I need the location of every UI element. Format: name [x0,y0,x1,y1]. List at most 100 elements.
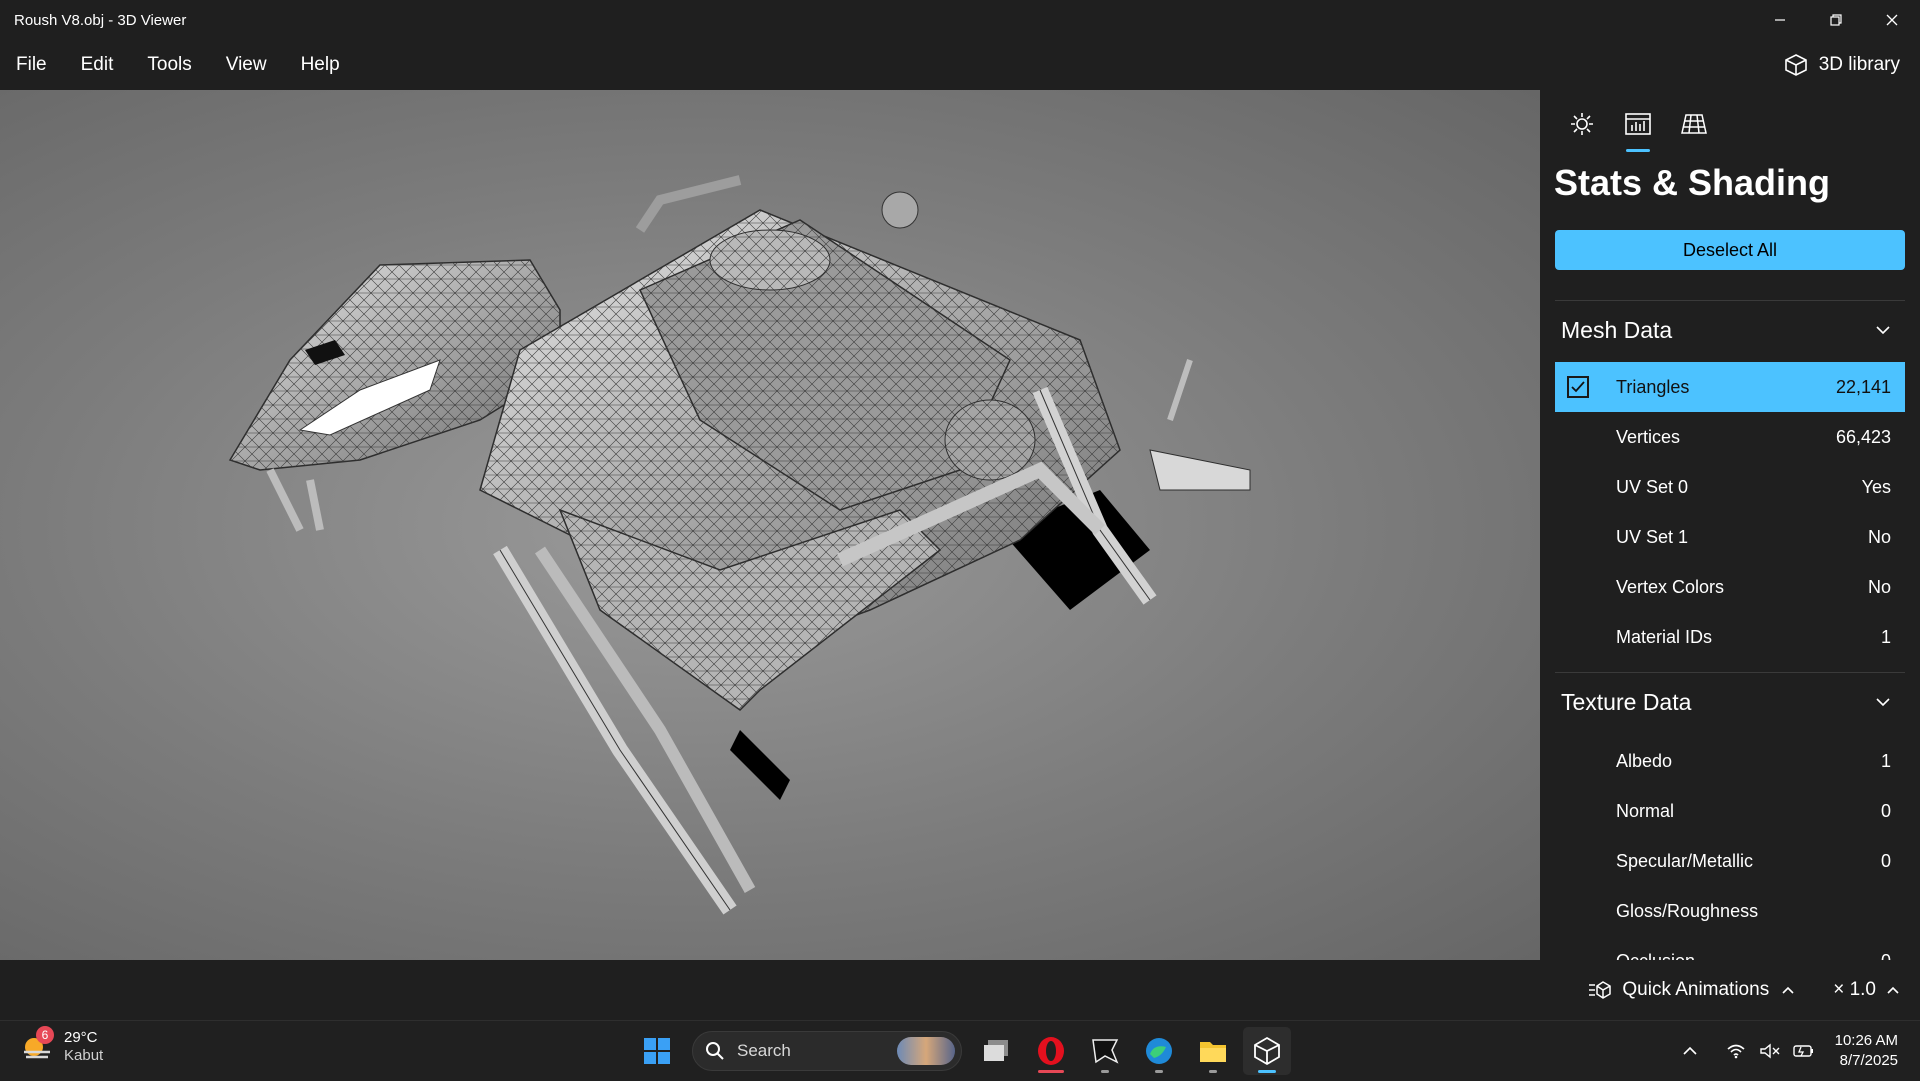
mesh-data-header[interactable]: Mesh Data [1555,305,1905,355]
stat-value: 22,141 [1835,376,1891,397]
opera-app[interactable] [1027,1027,1075,1075]
taskbar-search[interactable]: Search [692,1031,962,1071]
chevron-up-icon [1683,1046,1697,1055]
stat-name: Albedo [1616,750,1673,771]
clock-time: 10:26 AM [1834,1032,1898,1049]
task-view-icon [984,1040,1008,1061]
checkbox[interactable] [1567,376,1589,398]
stat-name: Gloss/Roughness [1616,900,1759,921]
stat-name: Material IDs [1616,626,1713,647]
3d-viewer-icon [1254,1036,1280,1066]
clock[interactable]: 10:26 AM 8/7/2025 [1835,1031,1898,1071]
chevron-up-icon [1887,986,1899,994]
stat-name: UV Set 1 [1616,526,1689,547]
menu-tools[interactable]: Tools [147,54,191,76]
inkscape-app[interactable] [1081,1027,1129,1075]
stat-row-gloss-roughness[interactable]: Gloss/Roughness [1555,886,1905,936]
stat-value: 0 [1880,850,1891,871]
search-highlight-image [897,1037,955,1065]
file-explorer-app[interactable] [1189,1027,1237,1075]
opera-icon [1038,1037,1064,1065]
stat-row-specular-metallic[interactable]: Specular/Metallic 0 [1555,836,1905,886]
restore-button[interactable] [1808,0,1864,40]
quick-animations: Quick Animations × 1.0 [1588,960,1900,1020]
wifi-button[interactable] [1721,1043,1751,1059]
title-bar: Roush V8.obj - 3D Viewer [0,0,1920,40]
engine-model [228,175,1251,915]
wifi-icon [1727,1044,1745,1059]
stat-row-occlusion[interactable]: Occlusion 0 [1555,936,1905,961]
start-button[interactable] [633,1027,681,1075]
weather-condition: Kabut [64,1047,104,1064]
stat-row-vertex-colors[interactable]: Vertex Colors No [1555,562,1905,612]
stat-name: Vertices [1616,426,1681,447]
menu-bar: File Edit Tools View Help 3D library [0,40,1920,90]
minimize-icon [1775,19,1785,21]
mesh-data-label: Mesh Data [1561,316,1673,343]
show-hidden-icons-button[interactable] [1675,1046,1705,1056]
edge-app[interactable] [1135,1027,1183,1075]
quick-animations-button[interactable]: Quick Animations [1588,979,1795,1001]
chevron-down-icon [1876,698,1890,707]
3d-viewer-app[interactable] [1243,1027,1291,1075]
stats-panel: Stats & Shading Deselect All Mesh Data T… [1540,90,1920,960]
tab-grid[interactable] [1666,104,1722,144]
texture-data-label: Texture Data [1561,688,1692,715]
taskbar: 6 29°C Kabut Search 10:26 AM 8/7/2025 [0,1020,1920,1081]
speed-label: × 1.0 [1833,979,1876,1000]
menu-view[interactable]: View [226,54,267,76]
close-icon [1886,14,1898,26]
3d-library-label: 3D library [1818,54,1900,75]
folder-icon [1200,1042,1226,1062]
volume-muted-icon [1759,1043,1780,1059]
menu-edit[interactable]: Edit [81,54,114,76]
stat-value: No [1867,576,1891,597]
stat-row-normal[interactable]: Normal 0 [1555,786,1905,836]
inkscape-icon [1092,1039,1119,1064]
stat-name: Specular/Metallic [1616,850,1754,871]
cube-icon [1784,54,1807,76]
tab-lighting[interactable] [1554,104,1610,144]
tab-stats-shading[interactable] [1610,104,1666,152]
stat-row-material-ids[interactable]: Material IDs 1 [1555,612,1905,662]
texture-data-header[interactable]: Texture Data [1555,677,1905,727]
stat-name: UV Set 0 [1616,476,1689,497]
stat-row-triangles[interactable]: Triangles 22,141 [1555,362,1905,412]
animation-icon [1589,981,1612,999]
speed-button[interactable]: × 1.0 [1833,979,1900,1001]
close-button[interactable] [1864,0,1920,40]
stat-name: Vertex Colors [1616,576,1725,597]
3d-viewport[interactable] [0,90,1540,960]
system-tray: 10:26 AM 8/7/2025 [1673,1021,1920,1081]
weather-temp: 29°C [64,1029,98,1046]
stat-row-uv-set-0[interactable]: UV Set 0 Yes [1555,462,1905,512]
stat-name: Occlusion [1616,951,1695,961]
menu-help[interactable]: Help [301,54,340,76]
chevron-down-icon [1876,326,1890,335]
3d-library-button[interactable]: 3D library [1783,40,1900,90]
stat-row-albedo[interactable]: Albedo 1 [1555,736,1905,786]
volume-button[interactable] [1755,1043,1785,1059]
stat-value: 0 [1880,800,1891,821]
search-placeholder: Search [737,1041,791,1060]
panel-tabs [1554,104,1722,152]
stat-value: Yes [1861,476,1891,497]
deselect-all-button[interactable]: Deselect All [1555,230,1905,270]
windows-icon [644,1038,670,1064]
battery-button[interactable] [1789,1043,1819,1059]
quick-animations-label: Quick Animations [1622,979,1770,1000]
animation-bar: Quick Animations × 1.0 [0,960,1920,1020]
taskbar-apps: Search [630,1027,1294,1075]
weather-widget[interactable]: 6 29°C Kabut [20,1026,104,1065]
task-view-button[interactable] [973,1027,1021,1075]
stat-row-uv-set-1[interactable]: UV Set 1 No [1555,512,1905,562]
checkmark-icon [1571,381,1585,393]
stat-value: 1 [1880,750,1891,771]
window-title: Roush V8.obj - 3D Viewer [14,11,187,29]
minimize-button[interactable] [1752,0,1808,40]
stat-row-vertices[interactable]: Vertices 66,423 [1555,412,1905,462]
divider [1555,300,1905,301]
window-controls [1752,0,1920,40]
menu-file[interactable]: File [16,54,47,76]
panel-title: Stats & Shading [1554,162,1831,203]
